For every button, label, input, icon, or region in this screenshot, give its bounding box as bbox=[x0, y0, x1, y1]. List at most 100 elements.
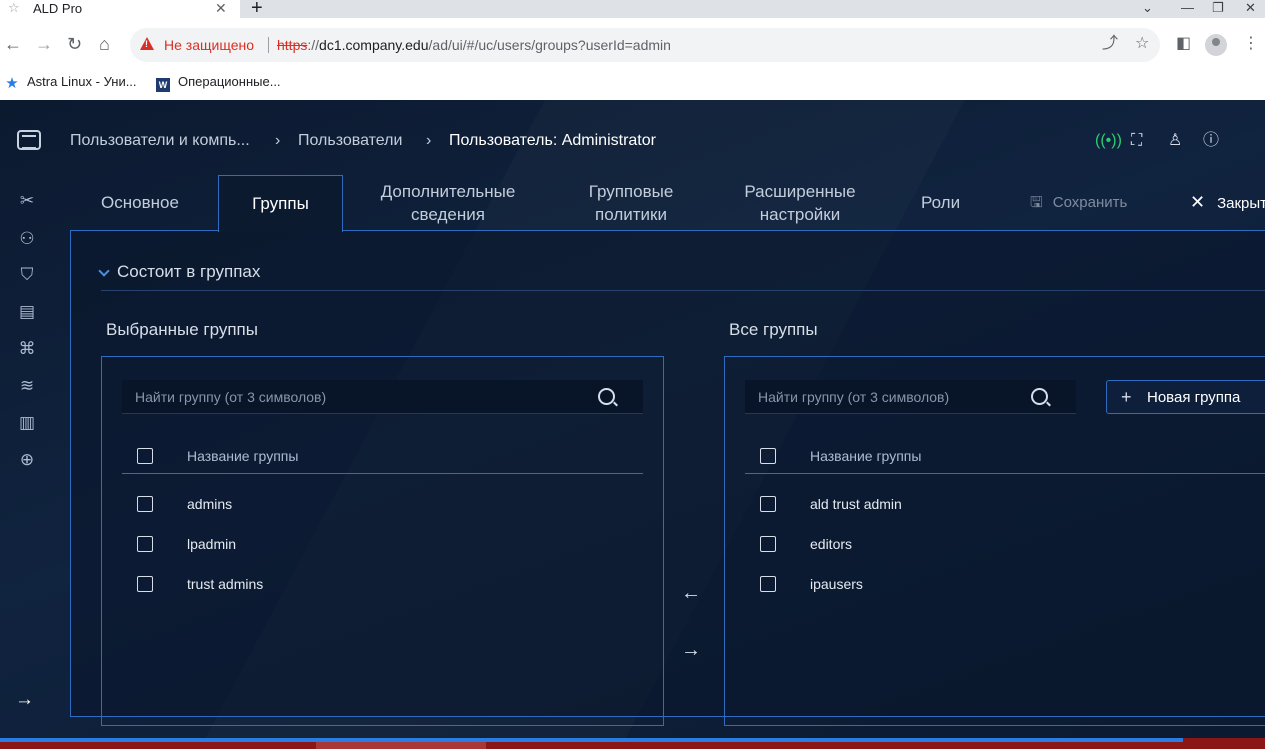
row-checkbox[interactable] bbox=[137, 496, 153, 512]
section-divider bbox=[101, 290, 1265, 291]
breadcrumb-current: Пользователь: Administrator bbox=[449, 132, 656, 149]
browser-tabstrip: ☆ ALD Pro ✕ + ⌄ — ❐ ✕ bbox=[0, 0, 1265, 18]
new-group-button[interactable]: + Новая группа bbox=[1106, 380, 1265, 414]
tab-advanced-line1: Расширенные bbox=[744, 182, 856, 201]
network-tree-icon[interactable]: ⛶ bbox=[1131, 130, 1142, 152]
security-label[interactable]: Не защищено bbox=[164, 36, 254, 54]
kebab-menu-icon[interactable]: ⋮ bbox=[1243, 34, 1259, 54]
omnibox-divider bbox=[268, 37, 269, 53]
share-icon[interactable]: ⤴ bbox=[1102, 35, 1118, 53]
layers-icon[interactable]: ≋ bbox=[16, 375, 38, 397]
tab-group-policies[interactable]: Групповые политики bbox=[576, 180, 686, 236]
url-text[interactable]: https://dc1.company.edu/ad/ui/#/uc/users… bbox=[277, 36, 671, 54]
tab-group-policies-line2: политики bbox=[595, 205, 667, 224]
header-divider bbox=[745, 473, 1265, 474]
user-settings-icon[interactable]: ⚇ bbox=[16, 228, 38, 250]
save-button[interactable]: 🖫 Сохранить bbox=[1030, 193, 1127, 213]
new-group-label: Новая группа bbox=[1147, 389, 1241, 406]
plus-icon: + bbox=[1121, 387, 1132, 407]
bar-chart-icon[interactable]: ▥ bbox=[16, 412, 38, 434]
row-checkbox[interactable] bbox=[137, 576, 153, 592]
new-tab-button[interactable]: + bbox=[251, 0, 263, 18]
row-checkbox[interactable] bbox=[760, 576, 776, 592]
move-right-arrow-icon[interactable]: → bbox=[681, 640, 701, 660]
breadcrumb-users[interactable]: Пользователи bbox=[298, 130, 402, 152]
tab-extra-info[interactable]: Дополнительные сведения bbox=[368, 180, 528, 236]
search-zoom-icon[interactable]: ⊕ bbox=[16, 449, 38, 471]
tab-group-policies-line1: Групповые bbox=[588, 182, 674, 201]
select-all-checkbox[interactable] bbox=[760, 448, 776, 464]
breadcrumb-users-computers[interactable]: Пользователи и компь... bbox=[70, 130, 250, 152]
help-icon[interactable]: ⓘ bbox=[1203, 130, 1219, 152]
browser-tab[interactable]: ☆ ALD Pro ✕ bbox=[0, 0, 240, 18]
list-item[interactable]: admins bbox=[187, 495, 232, 513]
restore-icon[interactable]: ❐ bbox=[1212, 0, 1224, 16]
code-file-icon[interactable]: ⌘ bbox=[16, 338, 38, 360]
header-divider bbox=[122, 473, 643, 474]
selected-groups-list: Название группы admins lpadmin trust adm… bbox=[101, 356, 664, 726]
column-header-name[interactable]: Название группы bbox=[810, 447, 921, 465]
url-host: dc1.company.edu bbox=[319, 37, 429, 53]
back-icon[interactable]: ← bbox=[4, 33, 22, 55]
tab-extra-info-line1: Дополнительные bbox=[380, 182, 516, 201]
tools-icon[interactable]: ✂ bbox=[16, 190, 38, 212]
browser-toolbar: ← → ↻ ⌂ Не защищено https://dc1.company.… bbox=[0, 18, 1265, 72]
groups-panel: Состоит в группах Выбранные группы Все г… bbox=[70, 230, 1265, 726]
bookmark-os[interactable]: W Операционные... bbox=[156, 74, 281, 92]
window-icon[interactable]: ▤ bbox=[16, 301, 38, 323]
save-label: Сохранить bbox=[1052, 194, 1128, 211]
move-left-arrow-icon[interactable]: ← bbox=[681, 583, 701, 603]
selected-search-input[interactable] bbox=[122, 380, 643, 414]
close-button[interactable]: ✕ Закрыть bbox=[1190, 191, 1265, 215]
search-icon[interactable] bbox=[1031, 388, 1048, 405]
search-icon[interactable] bbox=[598, 388, 615, 405]
close-x-icon: ✕ bbox=[1190, 192, 1206, 212]
row-checkbox[interactable] bbox=[760, 496, 776, 512]
tab-extra-info-line2: сведения bbox=[411, 205, 485, 224]
window-close-icon[interactable]: ✕ bbox=[1245, 0, 1256, 16]
bookmark-os-label: Операционные... bbox=[178, 74, 281, 89]
tab-title: ALD Pro bbox=[33, 1, 83, 16]
select-all-checkbox[interactable] bbox=[137, 448, 153, 464]
home-icon[interactable]: ⌂ bbox=[99, 33, 110, 55]
tab-advanced-settings[interactable]: Расширенные настройки bbox=[735, 180, 865, 236]
profile-avatar-icon[interactable] bbox=[1205, 34, 1227, 56]
shield-user-icon[interactable]: ⛉ bbox=[16, 264, 38, 286]
expand-sidebar-icon[interactable]: → bbox=[15, 690, 34, 710]
all-search bbox=[745, 380, 1076, 414]
side-panel-icon[interactable]: ◧ bbox=[1176, 34, 1191, 54]
all-search-input[interactable] bbox=[745, 380, 1076, 414]
bookmark-star-icon[interactable]: ☆ bbox=[1135, 35, 1149, 53]
star-favicon-icon: ☆ bbox=[8, 0, 20, 15]
list-item[interactable]: lpadmin bbox=[187, 535, 236, 553]
minimize-icon[interactable]: — bbox=[1181, 0, 1194, 16]
close-label: Закрыть bbox=[1217, 195, 1265, 212]
list-item[interactable]: editors bbox=[810, 535, 852, 553]
column-header-name[interactable]: Название группы bbox=[187, 447, 298, 465]
tab-advanced-line2: настройки bbox=[759, 205, 841, 224]
tab-search-icon[interactable]: ⌄ bbox=[1142, 0, 1153, 16]
address-bar[interactable]: Не защищено https://dc1.company.edu/ad/u… bbox=[130, 28, 1160, 62]
user-profile-icon[interactable]: ♙ bbox=[1168, 130, 1182, 152]
list-item[interactable]: ald trust admin bbox=[810, 495, 902, 513]
url-scheme: https bbox=[277, 37, 308, 53]
forward-icon[interactable]: → bbox=[35, 33, 53, 55]
star-icon: ★ bbox=[5, 75, 19, 92]
row-checkbox[interactable] bbox=[137, 536, 153, 552]
chevron-down-icon[interactable] bbox=[98, 265, 110, 277]
bookmarks-bar: ★ Astra Linux - Уни... W Операционные... bbox=[0, 72, 1265, 100]
url-separator: :// bbox=[307, 37, 320, 53]
tab-groups[interactable]: Группы bbox=[218, 175, 343, 232]
reload-icon[interactable]: ↻ bbox=[67, 33, 82, 55]
all-groups-title: Все группы bbox=[729, 320, 818, 339]
list-item[interactable]: trust admins bbox=[187, 575, 263, 593]
app-logo-icon[interactable] bbox=[17, 130, 41, 150]
list-item[interactable]: ipausers bbox=[810, 575, 863, 593]
row-checkbox[interactable] bbox=[760, 536, 776, 552]
url-path: /ad/ui/#/uc/users/groups?userId=admin bbox=[428, 37, 671, 53]
section-title[interactable]: Состоит в группах bbox=[117, 261, 260, 283]
tab-close-icon[interactable]: ✕ bbox=[215, 0, 227, 16]
taskbar-active-segment[interactable] bbox=[316, 742, 486, 749]
connection-status-icon[interactable]: ((•)) bbox=[1095, 130, 1122, 152]
bookmark-astra[interactable]: ★ Astra Linux - Уни... bbox=[5, 74, 136, 92]
